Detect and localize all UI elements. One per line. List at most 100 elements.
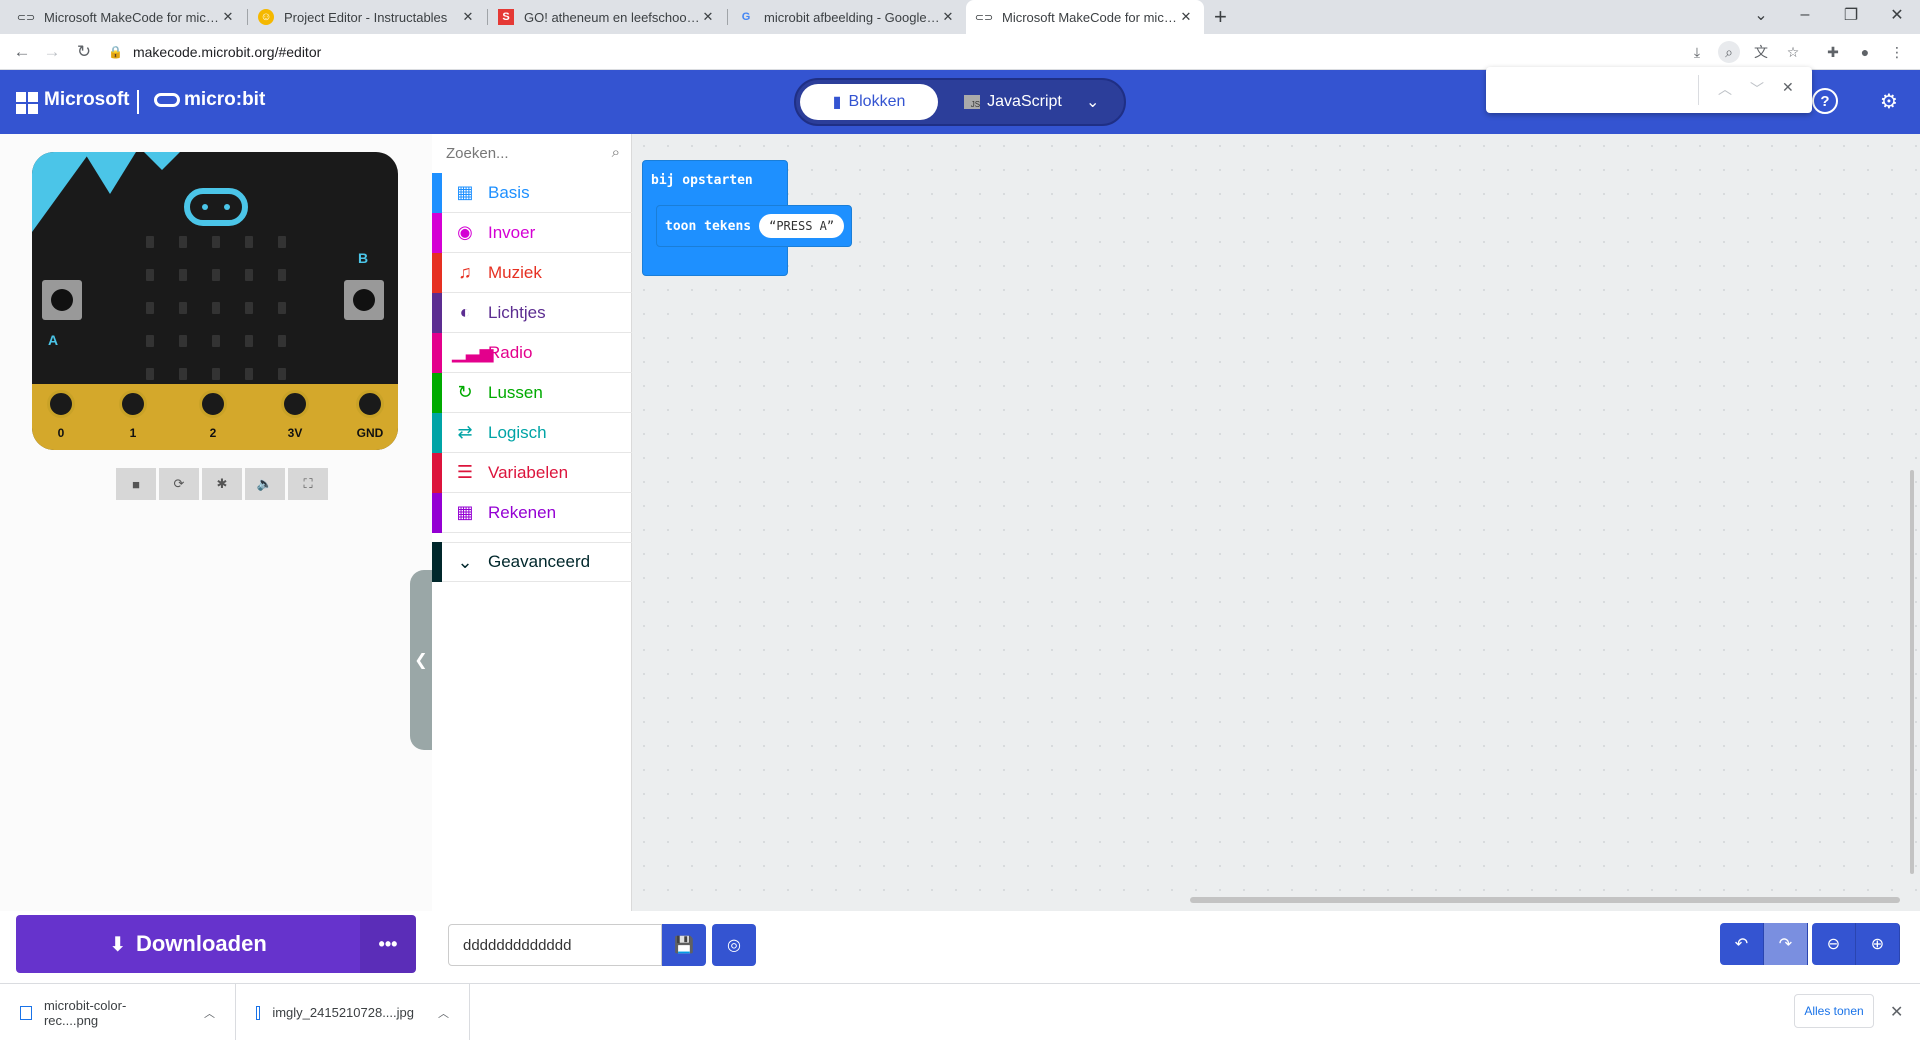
url-field[interactable]: 🔒 makecode.microbit.org/#editor	[108, 37, 1668, 67]
category-lussen[interactable]: ↻ Lussen	[432, 372, 632, 413]
microbit-logo-icon[interactable]	[184, 188, 248, 226]
chevron-up-icon[interactable]: ︿	[438, 1005, 449, 1021]
microbit-brand-text: micro:bit	[184, 89, 266, 110]
find-in-page-bar: ︿ ﹀ ✕	[1486, 67, 1812, 113]
download-button[interactable]: ⬇ Downloaden	[16, 915, 360, 973]
category-logisch[interactable]: ⇄ Logisch	[432, 412, 632, 453]
redo-icon[interactable]: ↷	[1764, 923, 1808, 965]
zoom-out-icon[interactable]: ⊖	[1812, 923, 1856, 965]
pin-2[interactable]: 2	[196, 388, 230, 444]
chevron-down-icon[interactable]: ⌄	[1086, 92, 1099, 112]
block-workspace[interactable]: bij opstarten toon tekens “PRESS A”	[632, 134, 1920, 911]
bookmark-star-icon[interactable]: ☆	[1782, 41, 1804, 63]
blocks-label: Blokken	[848, 93, 906, 110]
category-geavanceerd[interactable]: ⌄ Geavanceerd	[432, 542, 632, 582]
close-icon[interactable]: ✕	[220, 9, 236, 25]
microbit-brand[interactable]: micro:bit	[154, 89, 265, 111]
url-text: makecode.microbit.org/#editor	[132, 44, 322, 60]
github-button[interactable]: ◎	[712, 924, 756, 966]
project-name-input[interactable]: ddddddddddddd	[448, 924, 662, 966]
extensions-icon[interactable]: ✚	[1822, 41, 1844, 63]
find-icon[interactable]: ⌕	[1718, 41, 1740, 63]
sound-icon[interactable]: 🔈	[245, 468, 285, 500]
show-all-downloads-button[interactable]: Alles tonen	[1794, 994, 1874, 1028]
category-invoer[interactable]: ◉ Invoer	[432, 212, 632, 253]
forward-icon[interactable]: →	[40, 40, 64, 64]
file-icon	[20, 1005, 32, 1020]
calculator-icon: ▦	[456, 502, 474, 522]
find-close-icon[interactable]: ✕	[1782, 79, 1794, 96]
browser-tab[interactable]: S GO! atheneum en leefschool De ✕	[488, 0, 726, 34]
find-previous-icon[interactable]: ︿	[1718, 79, 1732, 99]
category-basis[interactable]: ▦ Basis	[432, 172, 632, 213]
search-icon[interactable]: ⌕	[612, 144, 620, 161]
pin-3v[interactable]: 3V	[278, 388, 312, 444]
tab-title: GO! atheneum en leefschool De	[524, 9, 700, 25]
download-more-button[interactable]: •••	[360, 915, 416, 973]
restart-icon[interactable]: ⟳	[159, 468, 199, 500]
collapse-simulator-button[interactable]: ❮	[410, 570, 432, 750]
browser-tab[interactable]: G microbit afbeelding - Google Zo ✕	[728, 0, 966, 34]
headphones-icon: ♫	[458, 262, 472, 282]
reload-icon[interactable]: ↻	[72, 40, 96, 64]
translate-icon[interactable]: 文	[1750, 41, 1772, 63]
microsoft-logo-icon[interactable]	[16, 92, 38, 114]
category-rekenen[interactable]: ▦ Rekenen	[432, 492, 632, 533]
shuffle-icon: ⇄	[457, 422, 473, 442]
button-b[interactable]	[344, 280, 384, 320]
on-start-block[interactable]: bij opstarten toon tekens “PRESS A”	[642, 160, 852, 276]
pin-0[interactable]: 0	[44, 388, 78, 444]
zoom-in-icon[interactable]: ⊕	[1856, 923, 1900, 965]
horizontal-scrollbar[interactable]	[1190, 897, 1900, 903]
menu-kebab-icon[interactable]: ⋮	[1886, 41, 1908, 63]
button-b-label: B	[358, 250, 369, 266]
close-icon[interactable]: ✕	[460, 9, 476, 25]
fullscreen-icon[interactable]: ⛶	[288, 468, 328, 500]
new-tab-icon[interactable]: +	[1214, 4, 1227, 30]
minimize-icon[interactable]: –	[1782, 0, 1828, 30]
vertical-scrollbar[interactable]	[1910, 470, 1914, 874]
window-close-icon[interactable]: ✕	[1874, 0, 1920, 30]
pin-1[interactable]: 1	[116, 388, 150, 444]
close-icon[interactable]: ✕	[1178, 9, 1194, 25]
find-next-icon[interactable]: ﹀	[1750, 79, 1764, 99]
category-muziek[interactable]: ♫ Muziek	[432, 252, 632, 293]
close-icon[interactable]: ✕	[940, 9, 956, 25]
microbit-logo-icon	[154, 93, 180, 107]
show-string-block[interactable]: toon tekens “PRESS A”	[656, 205, 852, 247]
settings-gear-icon[interactable]: ⚙	[1876, 88, 1902, 114]
profile-icon[interactable]: ●	[1854, 41, 1876, 63]
download-item[interactable]: microbit-color-rec....png ︿	[0, 984, 236, 1040]
toolbox-search-input[interactable]: Zoeken... ⌕	[432, 134, 632, 172]
back-icon[interactable]: ←	[10, 40, 34, 64]
button-a[interactable]	[42, 280, 82, 320]
close-icon[interactable]: ✕	[1890, 1002, 1903, 1022]
browser-tab-active[interactable]: ⊂⊃ Microsoft MakeCode for micro:bit ✕	[966, 0, 1204, 34]
help-icon[interactable]: ?	[1812, 88, 1838, 114]
blocks-toggle-button[interactable]: ▮ Blokken	[800, 84, 938, 120]
maximize-icon[interactable]: ❐	[1828, 0, 1874, 30]
tab-title: Microsoft MakeCode for micro:bit	[44, 9, 220, 25]
javascript-toggle-button[interactable]: JS JavaScript	[948, 84, 1078, 120]
debug-bug-icon[interactable]: ✱	[202, 468, 242, 500]
browser-tab[interactable]: ☺ Project Editor - Instructables ✕	[248, 0, 486, 34]
category-variabelen[interactable]: ☰ Variabelen	[432, 452, 632, 493]
category-lichtjes[interactable]: ◐ Lichtjes	[432, 292, 632, 333]
undo-icon[interactable]: ↶	[1720, 923, 1764, 965]
save-button[interactable]: 💾	[662, 924, 706, 966]
category-radio[interactable]: ▁▃▅ Radio	[432, 332, 632, 373]
pin-gnd[interactable]: GND	[350, 388, 390, 444]
string-value[interactable]: “PRESS A”	[759, 214, 845, 238]
instructables-icon: ☺	[258, 9, 274, 25]
download-item[interactable]: imgly_2415210728....jpg ︿	[236, 984, 470, 1040]
browser-tab-strip: ⊂⊃ Microsoft MakeCode for micro:bit ✕ ☺ …	[0, 0, 1920, 34]
edit-controls: ↶ ↷ ⊖ ⊕	[1720, 923, 1900, 965]
close-icon[interactable]: ✕	[700, 9, 716, 25]
browser-tab[interactable]: ⊂⊃ Microsoft MakeCode for micro:bit ✕	[8, 0, 246, 34]
puzzle-icon: ▮	[832, 94, 842, 111]
stop-icon[interactable]: ■	[116, 468, 156, 500]
install-icon[interactable]: ⤓	[1686, 41, 1708, 63]
tab-search-icon[interactable]: ⌄	[1738, 0, 1784, 30]
microsoft-brand[interactable]: Microsoft	[44, 89, 130, 111]
chevron-up-icon[interactable]: ︿	[204, 1005, 215, 1021]
